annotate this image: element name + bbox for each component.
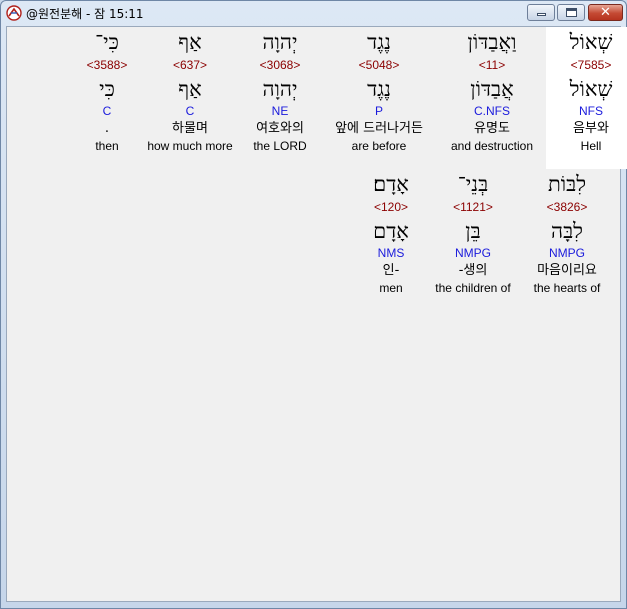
maximize-button[interactable] bbox=[557, 4, 585, 21]
morphology-code[interactable]: NMS bbox=[346, 246, 436, 261]
english-gloss: the children of bbox=[435, 281, 511, 295]
korean-gloss: 인- bbox=[382, 263, 400, 278]
hebrew-word: אָדָם׃ bbox=[373, 172, 409, 196]
minimize-icon bbox=[537, 13, 546, 16]
app-logo-icon[interactable] bbox=[6, 5, 22, 21]
strong-number[interactable]: <11> bbox=[447, 57, 537, 74]
hebrew-lemma: שְׁאוֹל bbox=[569, 77, 613, 101]
morphology-code[interactable]: NE bbox=[235, 104, 325, 119]
morphology-code[interactable]: NMPG bbox=[421, 246, 525, 261]
hebrew-word: אַף bbox=[178, 30, 202, 54]
hebrew-lemma: אָדָם bbox=[373, 219, 409, 243]
word-block[interactable]: כִּי־ <3588> כִּי C . then bbox=[62, 27, 152, 154]
korean-gloss: 마음이리요 bbox=[537, 263, 597, 278]
word-block[interactable]: שְׁאוֹל <7585> שְׁאוֹל NFS 음부와 Hell bbox=[546, 27, 627, 169]
close-icon: ✕ bbox=[600, 5, 611, 20]
hebrew-lemma: אֲבַדּוֹן bbox=[470, 77, 514, 101]
close-button[interactable]: ✕ bbox=[588, 4, 623, 21]
hebrew-lemma: אַף bbox=[178, 77, 202, 101]
interlinear-pane[interactable]: שְׁאוֹל <7585> שְׁאוֹל NFS 음부와 Hell וַאֲ… bbox=[6, 26, 627, 602]
word-block[interactable]: אַף <637> אַף C 하물며 how much more bbox=[139, 27, 241, 154]
strong-number[interactable]: <3068> bbox=[235, 57, 325, 74]
hebrew-word: שְׁאוֹל bbox=[569, 30, 613, 54]
hebrew-word: וַאֲבַדּוֹן bbox=[467, 30, 517, 54]
hebrew-word: לִבּוֹת bbox=[547, 172, 587, 196]
korean-gloss: 유명도 bbox=[474, 121, 510, 136]
word-block[interactable]: נֶגֶד <5048> נֶגֶד P 앞에 드러나거든 are before bbox=[329, 27, 429, 154]
minimize-button[interactable] bbox=[527, 4, 555, 21]
word-block[interactable]: לִבּוֹת <3826> לִבָּה NMPG 마음이리요 the hea… bbox=[518, 169, 616, 296]
maximize-icon bbox=[566, 8, 577, 17]
english-gloss: men bbox=[379, 281, 403, 295]
app-window: @원전분해 - 잠 15:11 ✕ שְׁאוֹל <7585> שְׁאוֹל… bbox=[0, 0, 627, 609]
morphology-code[interactable]: C.NFS bbox=[447, 104, 537, 119]
korean-gloss: . bbox=[104, 121, 110, 136]
window-title: @원전분해 - 잠 15:11 bbox=[26, 7, 144, 21]
strong-number[interactable]: <120> bbox=[346, 199, 436, 216]
morphology-code[interactable]: NMPG bbox=[518, 246, 616, 261]
korean-gloss: 앞에 드러나거든 bbox=[335, 121, 423, 136]
word-block[interactable]: יְהוָה <3068> יְהוָה NE 여호와의 the LORD bbox=[235, 27, 325, 154]
english-gloss: the hearts of bbox=[533, 281, 601, 295]
strong-number[interactable]: <3588> bbox=[62, 57, 152, 74]
hebrew-word: נֶגֶד bbox=[367, 30, 391, 54]
english-gloss: Hell bbox=[580, 139, 602, 153]
strong-number[interactable]: <5048> bbox=[329, 57, 429, 74]
hebrew-word: יְהוָה bbox=[262, 30, 298, 54]
hebrew-lemma: בֵּן bbox=[465, 219, 481, 243]
hebrew-word: בְּנֵי־ bbox=[457, 172, 489, 196]
korean-gloss: 음부와 bbox=[573, 121, 609, 136]
morphology-code[interactable]: C bbox=[139, 104, 241, 119]
word-block[interactable]: אָדָם׃ <120> אָדָם NMS 인- men bbox=[346, 169, 436, 296]
morphology-code[interactable]: NFS bbox=[546, 104, 627, 119]
hebrew-lemma: נֶגֶד bbox=[367, 77, 391, 101]
morphology-code[interactable]: P bbox=[329, 104, 429, 119]
korean-gloss: -생의 bbox=[458, 263, 488, 278]
strong-number[interactable]: <1121> bbox=[421, 199, 525, 216]
hebrew-lemma: כִּי bbox=[99, 77, 115, 101]
english-gloss: then bbox=[95, 139, 119, 153]
strong-number[interactable]: <3826> bbox=[518, 199, 616, 216]
english-gloss: the LORD bbox=[253, 139, 307, 153]
english-gloss: are before bbox=[351, 139, 407, 153]
title-bar[interactable]: @원전분해 - 잠 15:11 ✕ bbox=[1, 1, 626, 25]
morphology-code[interactable]: C bbox=[62, 104, 152, 119]
english-gloss: and destruction bbox=[450, 139, 534, 153]
hebrew-lemma: יְהוָה bbox=[262, 77, 298, 101]
hebrew-lemma: לִבָּה bbox=[550, 219, 584, 243]
strong-number[interactable]: <637> bbox=[139, 57, 241, 74]
strong-number[interactable]: <7585> bbox=[546, 57, 627, 74]
word-block[interactable]: וַאֲבַדּוֹן <11> אֲבַדּוֹן C.NFS 유명도 and… bbox=[447, 27, 537, 154]
korean-gloss: 여호와의 bbox=[256, 121, 304, 136]
korean-gloss: 하물며 bbox=[172, 121, 208, 136]
english-gloss: how much more bbox=[147, 139, 233, 153]
hebrew-word: כִּי־ bbox=[95, 30, 119, 54]
word-block[interactable]: בְּנֵי־ <1121> בֵּן NMPG -생의 the childre… bbox=[421, 169, 525, 296]
